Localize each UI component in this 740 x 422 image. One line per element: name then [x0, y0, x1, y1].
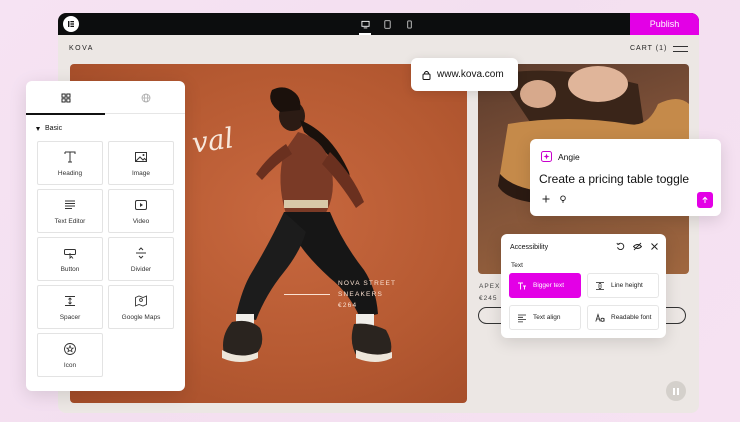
widget-label: Heading — [57, 169, 83, 177]
heading-icon — [64, 151, 76, 162]
lightbulb-icon[interactable] — [559, 195, 567, 203]
text-size-icon — [518, 282, 526, 289]
publish-button[interactable]: Publish — [630, 13, 699, 35]
widget-heading[interactable]: Heading — [37, 141, 103, 185]
close-icon[interactable] — [650, 242, 659, 251]
hide-icon[interactable] — [633, 242, 642, 251]
caption-line — [284, 294, 330, 295]
arrow-up-icon — [702, 196, 708, 203]
mobile-icon[interactable] — [402, 16, 416, 32]
globe-icon — [141, 93, 150, 102]
option-label: Readable font — [611, 314, 652, 321]
font-icon — [595, 312, 605, 322]
angie-prompt-input[interactable]: Create a pricing table toggle — [539, 172, 689, 186]
option-line-height[interactable]: Line height — [587, 273, 659, 298]
pause-icon[interactable] — [666, 381, 686, 401]
map-icon — [135, 294, 147, 307]
reset-icon[interactable] — [616, 242, 625, 251]
angie-name: Angie — [558, 151, 580, 162]
product-price: €245 — [479, 295, 498, 302]
angie-assistant-panel: Angie Create a pricing table toggle — [530, 139, 721, 216]
menu-icon[interactable] — [673, 46, 688, 52]
lock-icon — [422, 70, 431, 80]
angie-header: Angie — [541, 151, 580, 162]
accessibility-panel: Accessibility Text Bigger text Line heig… — [501, 234, 666, 338]
grid-icon — [61, 93, 70, 102]
widget-video[interactable]: Video — [108, 189, 174, 233]
option-bigger-text[interactable]: Bigger text — [509, 273, 581, 298]
hero-caption-price: €264 — [338, 302, 358, 309]
send-button[interactable] — [697, 192, 713, 208]
widget-label: Divider — [130, 265, 152, 273]
widget-label: Spacer — [59, 313, 81, 321]
accessibility-title: Accessibility — [510, 244, 549, 251]
desktop-icon[interactable] — [358, 16, 372, 35]
button-icon — [64, 248, 76, 259]
product-name: APEX — [479, 283, 501, 290]
product-caption: APEX €245 — [479, 281, 500, 305]
widget-label: Image — [131, 169, 151, 177]
widget-icon[interactable]: Icon — [37, 333, 103, 377]
widget-label: Text Editor — [54, 217, 86, 225]
option-label: Line height — [611, 282, 643, 289]
widget-label: Video — [132, 217, 150, 225]
widget-spacer[interactable]: Spacer — [37, 285, 103, 329]
widgets-panel: Basic Heading Image Text Editor Video Bu… — [26, 81, 185, 391]
panel-tabs — [26, 81, 185, 115]
widget-google-maps[interactable]: Google Maps — [108, 285, 174, 329]
accessibility-actions — [616, 242, 659, 251]
text-editor-icon — [65, 200, 75, 209]
divider-icon — [136, 246, 146, 259]
hero-caption-line-2: SNEAKERS — [338, 291, 384, 298]
url-text: www.kova.com — [437, 69, 504, 80]
url-pill: www.kova.com — [411, 58, 518, 91]
caret-down-icon — [36, 126, 40, 131]
basic-section-label: Basic — [45, 125, 63, 132]
site-header: KOVA CART (1) — [58, 35, 699, 63]
basic-section-header[interactable]: Basic — [36, 125, 62, 132]
tablet-icon[interactable] — [380, 16, 394, 32]
angie-tools — [542, 195, 567, 203]
option-label: Text align — [533, 314, 561, 321]
option-readable-font[interactable]: Readable font — [587, 305, 659, 330]
sparkle-icon — [541, 151, 552, 162]
widget-label: Google Maps — [121, 313, 161, 321]
line-height-icon — [596, 281, 604, 290]
tab-global[interactable] — [106, 81, 185, 114]
elementor-logo-icon[interactable] — [63, 16, 79, 32]
widget-image[interactable]: Image — [108, 141, 174, 185]
widget-divider[interactable]: Divider — [108, 237, 174, 281]
widget-button[interactable]: Button — [37, 237, 103, 281]
dancer-illustration — [222, 87, 392, 362]
widget-label: Icon — [63, 361, 77, 369]
hero-caption: NOVA STREET SNEAKERS €264 — [338, 278, 396, 311]
option-label: Bigger text — [533, 282, 565, 289]
widget-label: Button — [60, 265, 80, 273]
editor-topbar: Publish — [58, 13, 699, 35]
plus-icon[interactable] — [542, 195, 550, 203]
option-text-align[interactable]: Text align — [509, 305, 581, 330]
video-icon — [135, 199, 147, 210]
hero-caption-line-1: NOVA STREET — [338, 280, 397, 287]
image-icon — [135, 151, 147, 162]
site-brand[interactable]: KOVA — [69, 45, 94, 52]
widget-text-editor[interactable]: Text Editor — [37, 189, 103, 233]
device-switcher — [358, 13, 416, 35]
text-align-icon — [518, 314, 526, 322]
text-section-label: Text — [511, 262, 523, 269]
spacer-icon — [65, 295, 75, 306]
cart-link[interactable]: CART (1) — [630, 45, 667, 52]
star-icon — [64, 342, 76, 355]
tab-elements[interactable] — [26, 81, 105, 115]
